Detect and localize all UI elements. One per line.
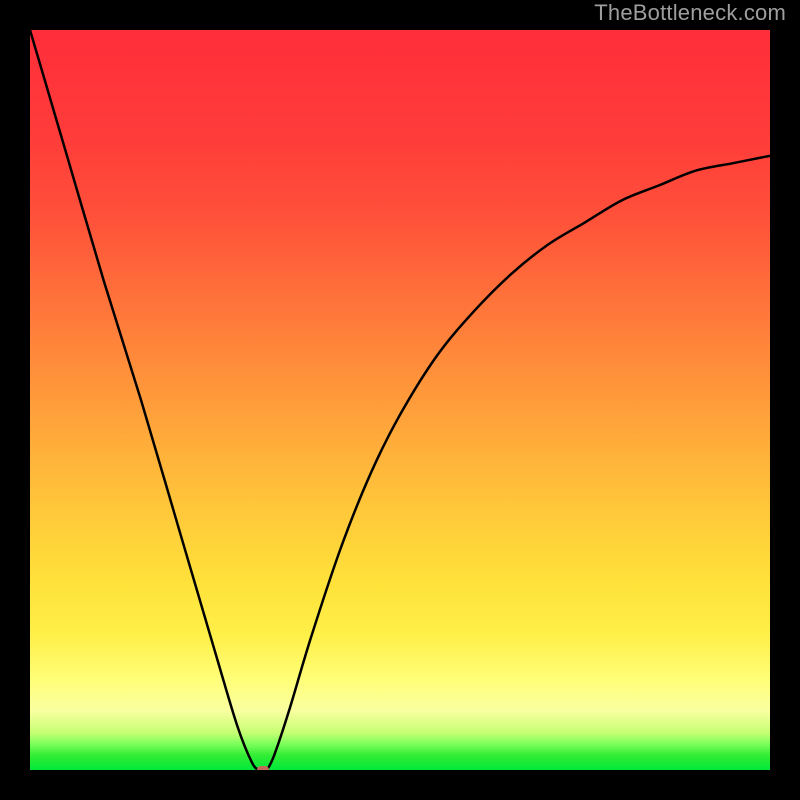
watermark-text: TheBottleneck.com (594, 0, 786, 26)
optimal-point-marker (257, 766, 269, 770)
curve-path (30, 30, 770, 770)
chart-frame: TheBottleneck.com (0, 0, 800, 800)
plot-area (30, 30, 770, 770)
bottleneck-curve (30, 30, 770, 770)
